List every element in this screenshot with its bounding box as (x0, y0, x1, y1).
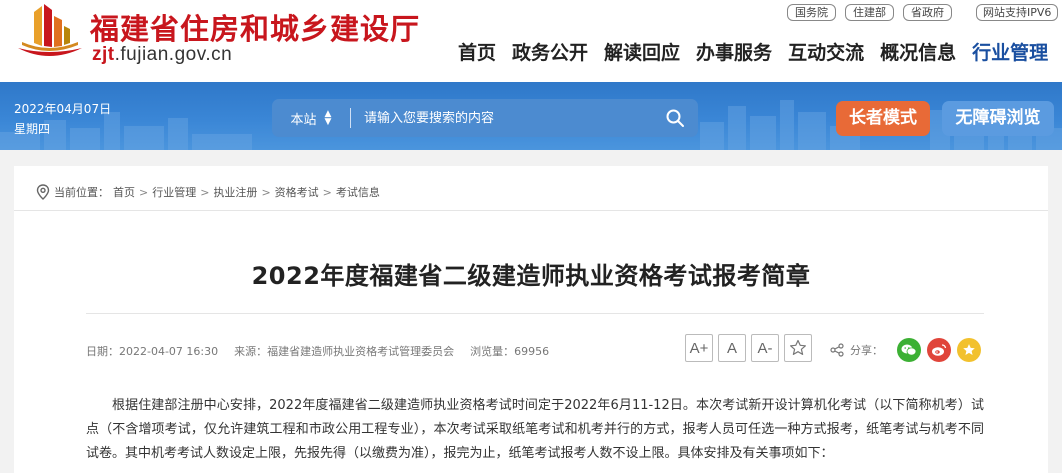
font-normal-button[interactable]: A (718, 334, 746, 362)
elder-mode-button[interactable]: 长者模式 (836, 101, 930, 136)
weibo-icon[interactable] (927, 338, 951, 362)
breadcrumb-separator: > (200, 185, 210, 199)
star-icon[interactable] (957, 338, 981, 362)
breadcrumb-industry-management[interactable]: 行业管理 (152, 184, 196, 200)
search-bar: 本站 ▲ ▼ (272, 99, 698, 137)
article-body: 根据住建部注册中心安排，2022年度福建省二级建造师执业资格考试时间定于2022… (86, 398, 984, 461)
search-input[interactable] (351, 110, 652, 126)
domain-prefix: zjt (92, 44, 115, 65)
nav-interpretation[interactable]: 解读回应 (604, 38, 680, 65)
accessible-mode-button[interactable]: 无障碍浏览 (942, 101, 1054, 136)
breadcrumb-divider (14, 210, 1048, 211)
main-nav: 首页 政务公开 解读回应 办事服务 互动交流 概况信息 行业管理 (458, 38, 1048, 65)
search-scope-label: 本站 (290, 112, 317, 128)
publish-date: 日期：2022-04-07 16:30 (86, 345, 219, 358)
star-outline-icon[interactable] (784, 334, 812, 362)
font-smaller-button[interactable]: A- (751, 334, 779, 362)
site-title[interactable]: 福建省住房和城乡建设厅 (90, 6, 420, 48)
search-scope-select[interactable]: 本站 ▲ ▼ (272, 109, 350, 128)
toplink-state-council[interactable]: 国务院 (787, 4, 836, 21)
font-size-controls: A+ A A- (685, 334, 812, 362)
weekday-text: 星期四 (14, 122, 51, 136)
search-banner: 2022年04月07日 星期四 本站 ▲▼ 长者模式 无障碍浏览 (0, 82, 1062, 150)
share-label: 分享： (850, 344, 883, 357)
article-source: 来源：福建省建造师执业资格考试管理委员会 (234, 345, 455, 358)
updown-arrow-icon: ▲ ▼ (324, 109, 332, 127)
ipv6-badge: 网站支持IPV6 (976, 4, 1059, 21)
font-larger-button[interactable]: A+ (685, 334, 713, 362)
top-links: 国务院 住建部 省政府 (787, 4, 952, 21)
breadcrumb-qualification-exam[interactable]: 资格考试 (275, 184, 319, 200)
breadcrumb-separator: > (139, 185, 149, 199)
article-meta: 日期：2022-04-07 16:30 来源：福建省建造师执业资格考试管理委员会… (86, 343, 549, 359)
view-count: 浏览量：69956 (470, 345, 550, 358)
toplink-provincial-gov[interactable]: 省政府 (903, 4, 952, 21)
share-icon (830, 343, 844, 357)
nav-government-affairs[interactable]: 政务公开 (512, 38, 588, 65)
breadcrumb-separator: > (322, 185, 332, 199)
nav-interaction[interactable]: 互动交流 (788, 38, 864, 65)
article-title: 2022年度福建省二级建造师执业资格考试报考简章 (251, 262, 811, 290)
breadcrumb-separator: > (261, 185, 271, 199)
breadcrumb-prefix: 当前位置： (54, 186, 109, 199)
site-domain: zjt.fujian.gov.cn (92, 44, 232, 66)
current-date: 2022年04月07日 星期四 (14, 99, 111, 139)
site-header: 福建省住房和城乡建设厅 zjt.fujian.gov.cn 国务院 住建部 省政… (0, 0, 1062, 82)
share-area: 分享： (830, 338, 981, 362)
search-icon[interactable] (652, 99, 698, 137)
breadcrumb-registration[interactable]: 执业注册 (213, 184, 257, 200)
nav-home[interactable]: 首页 (458, 38, 496, 65)
breadcrumb-home[interactable]: 首页 (113, 184, 135, 200)
domain-suffix: .fujian.gov.cn (114, 44, 233, 65)
title-divider (86, 313, 984, 314)
building-logo-icon[interactable] (12, 2, 86, 60)
breadcrumb-exam-info[interactable]: 考试信息 (336, 184, 380, 200)
article-card: 当前位置： 首页 > 行业管理 > 执业注册 > 资格考试 > 考试信息 202… (14, 166, 1048, 473)
toplink-mohurd[interactable]: 住建部 (845, 4, 894, 21)
breadcrumb: 当前位置： 首页 > 行业管理 > 执业注册 > 资格考试 > 考试信息 (36, 184, 380, 200)
nav-industry-management[interactable]: 行业管理 (972, 38, 1048, 65)
wechat-icon[interactable] (897, 338, 921, 362)
nav-overview[interactable]: 概况信息 (880, 38, 956, 65)
location-pin-icon (36, 184, 50, 200)
date-text: 2022年04月07日 (14, 102, 112, 116)
nav-services[interactable]: 办事服务 (696, 38, 772, 65)
